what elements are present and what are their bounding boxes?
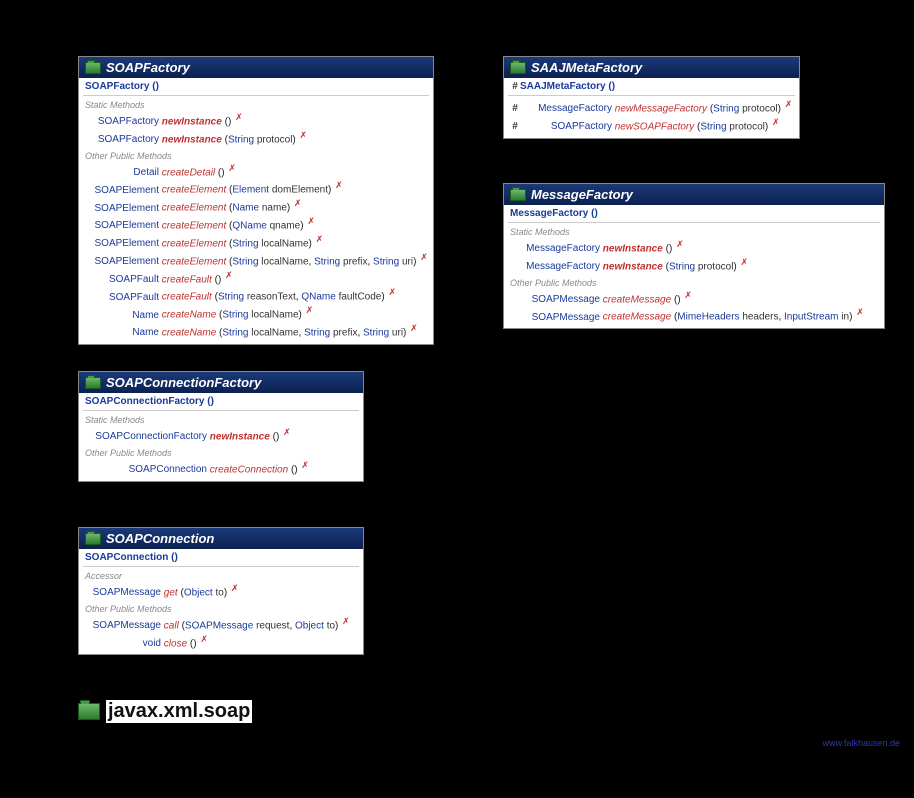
method-row: #MessageFactory newMessageFactory (Strin… — [508, 98, 795, 116]
other-methods: SOAPConnection createConnection () ✗ — [83, 459, 359, 477]
class-icon — [85, 377, 101, 389]
class-soapfactory: SOAPFactory SOAPFactory () Static Method… — [78, 56, 434, 345]
accessor-methods: SOAPMessage get (Object to) ✗ — [83, 582, 359, 600]
constructor: MessageFactory () — [508, 207, 880, 220]
class-icon — [510, 189, 526, 201]
class-body: #SAAJMetaFactory () #MessageFactory newM… — [504, 78, 799, 138]
class-saajmetafactory: SAAJMetaFactory #SAAJMetaFactory () #Mes… — [503, 56, 800, 139]
method-row: SOAPMessage get (Object to) ✗ — [83, 582, 359, 600]
other-methods: Detail createDetail () ✗SOAPElement crea… — [83, 162, 429, 340]
method-row: SOAPFault createFault (String reasonText… — [83, 286, 429, 304]
class-title: SAAJMetaFactory — [531, 60, 642, 75]
method-row: SOAPElement createElement (String localN… — [83, 251, 429, 269]
constructor: SOAPConnectionFactory () — [83, 395, 359, 408]
section-static: Static Methods — [83, 414, 359, 426]
section-static: Static Methods — [508, 226, 880, 238]
constructor: #SAAJMetaFactory () — [508, 80, 795, 93]
method-row: Name createName (String localName, Strin… — [83, 322, 429, 340]
method-row: SOAPMessage call (SOAPMessage request, O… — [83, 615, 359, 633]
class-header: SAAJMetaFactory — [504, 57, 799, 78]
method-row: MessageFactory newInstance () ✗ — [508, 238, 880, 256]
class-title: SOAPConnectionFactory — [106, 375, 261, 390]
method-row: SOAPElement createElement (String localN… — [83, 233, 429, 251]
class-title: SOAPConnection — [106, 531, 214, 546]
class-icon — [510, 62, 526, 74]
class-header: SOAPFactory — [79, 57, 433, 78]
class-body: MessageFactory () Static Methods Message… — [504, 205, 884, 328]
method-row: SOAPFault createFault () ✗ — [83, 269, 429, 287]
method-row: SOAPElement createElement (QName qname) … — [83, 215, 429, 233]
section-accessor: Accessor — [83, 570, 359, 582]
method-row: SOAPConnection createConnection () ✗ — [83, 459, 359, 477]
method-row: #SOAPFactory newSOAPFactory (String prot… — [508, 116, 795, 134]
method-row: SOAPFactory newInstance (String protocol… — [83, 129, 429, 147]
class-title: SOAPFactory — [106, 60, 190, 75]
static-methods: SOAPConnectionFactory newInstance () ✗ — [83, 426, 359, 444]
class-body: SOAPFactory () Static Methods SOAPFactor… — [79, 78, 433, 344]
other-methods: SOAPMessage createMessage () ✗SOAPMessag… — [508, 289, 880, 325]
class-messagefactory: MessageFactory MessageFactory () Static … — [503, 183, 885, 329]
method-row: SOAPElement createElement (Element domEl… — [83, 179, 429, 197]
class-header: MessageFactory — [504, 184, 884, 205]
method-row: SOAPMessage createMessage () ✗ — [508, 289, 880, 307]
package-name: javax.xml.soap — [106, 700, 252, 723]
method-row: MessageFactory newInstance (String proto… — [508, 256, 880, 274]
section-static: Static Methods — [83, 99, 429, 111]
class-body: SOAPConnection () Accessor SOAPMessage g… — [79, 549, 363, 654]
section-other: Other Public Methods — [83, 603, 359, 615]
other-methods: SOAPMessage call (SOAPMessage request, O… — [83, 615, 359, 651]
method-row: Detail createDetail () ✗ — [83, 162, 429, 180]
class-icon — [85, 62, 101, 74]
section-other: Other Public Methods — [83, 150, 429, 162]
class-soapconnection: SOAPConnection SOAPConnection () Accesso… — [78, 527, 364, 655]
watermark: www.falkhausen.de — [822, 738, 900, 748]
method-row: void close () ✗ — [83, 633, 359, 651]
constructor: SOAPConnection () — [83, 551, 359, 564]
class-soapconnectionfactory: SOAPConnectionFactory SOAPConnectionFact… — [78, 371, 364, 482]
method-row: SOAPElement createElement (Name name) ✗ — [83, 197, 429, 215]
class-title: MessageFactory — [531, 187, 633, 202]
section-other: Other Public Methods — [508, 277, 880, 289]
method-row: SOAPMessage createMessage (MimeHeaders h… — [508, 306, 880, 324]
class-header: SOAPConnectionFactory — [79, 372, 363, 393]
package-icon — [78, 703, 100, 720]
section-other: Other Public Methods — [83, 447, 359, 459]
static-methods: MessageFactory newInstance () ✗MessageFa… — [508, 238, 880, 274]
class-body: SOAPConnectionFactory () Static Methods … — [79, 393, 363, 481]
method-row: Name createName (String localName) ✗ — [83, 304, 429, 322]
static-methods: SOAPFactory newInstance () ✗SOAPFactory … — [83, 111, 429, 147]
package-title: javax.xml.soap — [78, 700, 252, 723]
constructor: SOAPFactory () — [83, 80, 429, 93]
class-icon — [85, 533, 101, 545]
method-row: SOAPConnectionFactory newInstance () ✗ — [83, 426, 359, 444]
method-row: SOAPFactory newInstance () ✗ — [83, 111, 429, 129]
class-header: SOAPConnection — [79, 528, 363, 549]
methods: #MessageFactory newMessageFactory (Strin… — [508, 98, 795, 134]
